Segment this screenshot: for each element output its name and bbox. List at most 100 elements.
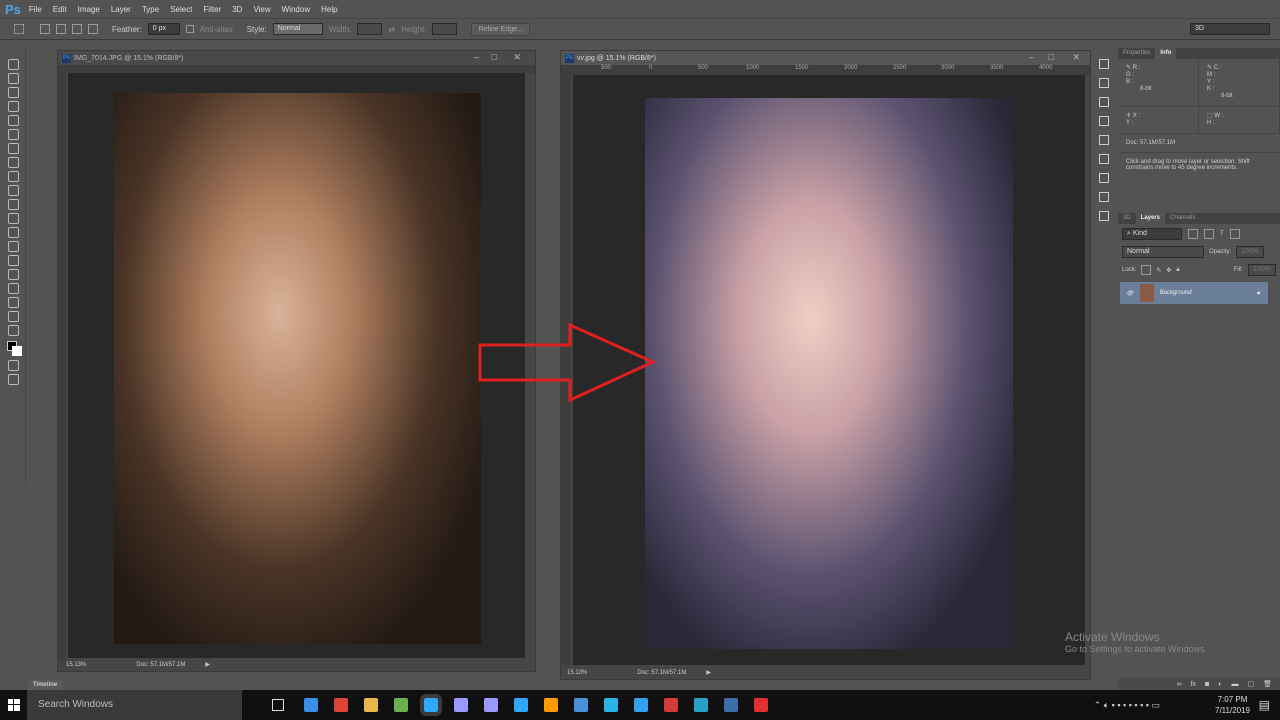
blend-mode-select[interactable]: Normal — [1122, 246, 1204, 258]
healing-tool-icon[interactable] — [8, 143, 19, 154]
taskbar-app-icon[interactable] — [454, 698, 468, 712]
taskbar-app-icon[interactable] — [604, 698, 618, 712]
marquee-tool-icon[interactable] — [8, 73, 19, 84]
character-panel-icon[interactable] — [1099, 192, 1109, 202]
visibility-eye-icon[interactable]: 👁︎ — [1126, 290, 1134, 297]
link-layers-icon[interactable]: ∞ — [1177, 681, 1182, 688]
adjustments-panel-icon[interactable] — [1099, 154, 1109, 164]
eyedropper-tool-icon[interactable] — [8, 129, 19, 140]
close-button[interactable]: ✕ — [1072, 52, 1080, 63]
new-layer-icon[interactable]: ▢ — [1247, 680, 1254, 688]
opacity-input[interactable]: 100% — [1236, 246, 1264, 258]
taskbar-app-icon[interactable] — [304, 698, 318, 712]
taskbar-app-icon[interactable] — [754, 698, 768, 712]
subtract-selection-icon[interactable] — [72, 24, 82, 34]
add-mask-icon[interactable]: ◙ — [1205, 681, 1209, 688]
tab-3d[interactable]: 3D — [1118, 213, 1136, 224]
add-selection-icon[interactable] — [56, 24, 66, 34]
fx-icon[interactable]: fx — [1191, 681, 1196, 688]
paragraph-panel-icon[interactable] — [1099, 173, 1109, 183]
menu-3d[interactable]: 3D — [232, 5, 242, 14]
menu-view[interactable]: View — [253, 5, 270, 14]
pixel-filter-icon[interactable] — [1188, 229, 1198, 239]
taskbar-app-icon[interactable] — [484, 698, 498, 712]
quick-mask-icon[interactable] — [8, 360, 19, 371]
menu-select[interactable]: Select — [170, 5, 192, 14]
adjustment-layer-icon[interactable]: ◐ — [1218, 681, 1222, 688]
lasso-tool-icon[interactable] — [8, 87, 19, 98]
type-tool-icon[interactable] — [8, 269, 19, 280]
style-select[interactable]: Normal — [272, 23, 323, 35]
actions-panel-icon[interactable] — [1099, 78, 1109, 88]
taskbar-app-icon[interactable] — [574, 698, 588, 712]
hand-tool-icon[interactable] — [8, 311, 19, 322]
menu-edit[interactable]: Edit — [53, 5, 67, 14]
fill-input[interactable]: 100% — [1248, 264, 1276, 276]
tab-channels[interactable]: Channels — [1165, 213, 1200, 224]
canvas[interactable] — [68, 73, 525, 658]
system-tray-icons[interactable]: ⌃ 🔈︎ ▪ ▪ ▪ ▪ ▪ ▪ ▪ ▭ — [1094, 700, 1160, 711]
styles-panel-icon[interactable] — [1099, 116, 1109, 126]
quick-select-tool-icon[interactable] — [8, 101, 19, 112]
lock-all-icon[interactable]: 🔒︎ — [1176, 267, 1179, 274]
marquee-tool-icon[interactable] — [14, 24, 24, 34]
search-box[interactable]: Search Windows — [27, 690, 242, 720]
taskbar-app-icon[interactable] — [544, 698, 558, 712]
taskbar-app-icon[interactable] — [694, 698, 708, 712]
menu-layer[interactable]: Layer — [111, 5, 131, 14]
swatches-panel-icon[interactable] — [1099, 97, 1109, 107]
feather-input[interactable]: 0 px — [147, 23, 180, 35]
layer-row-background[interactable]: 👁︎ Background 🔒︎ — [1120, 282, 1268, 304]
gradient-tool-icon[interactable] — [8, 213, 19, 224]
status-menu-arrow[interactable]: ▶ — [205, 661, 210, 668]
tab-info[interactable]: Info — [1155, 48, 1177, 59]
dodge-tool-icon[interactable] — [8, 241, 19, 252]
swap-icon[interactable]: ⇄ — [388, 25, 395, 34]
lock-image-icon[interactable]: ✎ — [1156, 267, 1161, 274]
new-group-icon[interactable]: ▬ — [1231, 681, 1238, 688]
document-window-original[interactable]: Ps IMG_7014.JPG @ 15.1% (RGB/8*) – □ ✕ 15.1… — [57, 50, 536, 672]
screen-mode-icon[interactable] — [8, 374, 19, 385]
tab-layers[interactable]: Layers — [1135, 213, 1166, 224]
taskbar-app-icon[interactable] — [334, 698, 348, 712]
taskbar-app-icon[interactable] — [634, 698, 648, 712]
eraser-tool-icon[interactable] — [8, 199, 19, 210]
antialias-checkbox[interactable] — [185, 25, 194, 33]
taskbar-app-icon[interactable] — [514, 698, 528, 712]
zoom-level[interactable]: 15.13% — [567, 670, 587, 676]
history-panel-icon[interactable] — [1099, 59, 1109, 69]
maximize-button[interactable]: □ — [492, 52, 497, 62]
document-tab[interactable]: Ps vv.jpg @ 15.1% (RGB/8*) – □ ✕ — [561, 51, 1090, 65]
kind-filter-select[interactable]: ⌕ Kind — [1122, 228, 1182, 240]
shape-filter-icon[interactable] — [1229, 229, 1240, 239]
minimize-button[interactable]: – — [474, 52, 479, 62]
height-input[interactable] — [432, 23, 458, 35]
pen-tool-icon[interactable] — [8, 255, 19, 266]
blur-tool-icon[interactable] — [8, 227, 19, 238]
menu-help[interactable]: Help — [321, 5, 337, 14]
type-filter-icon[interactable]: T — [1220, 231, 1224, 237]
refine-edge-button[interactable]: Refine Edge... — [471, 22, 530, 36]
menu-file[interactable]: File — [29, 5, 42, 14]
new-selection-icon[interactable] — [40, 24, 50, 34]
notifications-icon[interactable]: ▤ — [1259, 698, 1270, 712]
lock-pixels-icon[interactable] — [1141, 265, 1152, 275]
zoom-level[interactable]: 15.13% — [66, 662, 86, 668]
tools-preset-icon[interactable] — [1099, 211, 1109, 221]
path-select-tool-icon[interactable] — [8, 283, 19, 294]
width-input[interactable] — [357, 23, 383, 35]
menu-type[interactable]: Type — [142, 5, 159, 14]
clock[interactable]: 7:07 PM 7/11/2019 — [1215, 694, 1250, 716]
lock-position-icon[interactable]: ✥ — [1166, 267, 1171, 274]
delete-layer-icon[interactable]: 🗑︎ — [1263, 680, 1272, 688]
close-button[interactable]: ✕ — [513, 52, 521, 63]
brush-panel-icon[interactable] — [1099, 135, 1109, 145]
workspace-select[interactable]: 3D — [1190, 23, 1270, 35]
status-menu-arrow[interactable]: ▶ — [706, 669, 711, 676]
windows-start-icon[interactable] — [8, 699, 20, 711]
maximize-button[interactable]: □ — [1049, 52, 1054, 62]
crop-tool-icon[interactable] — [8, 115, 19, 126]
taskbar-app-icon[interactable] — [364, 698, 378, 712]
tab-timeline[interactable]: Timeline — [28, 680, 63, 690]
adjust-filter-icon[interactable] — [1204, 229, 1214, 239]
